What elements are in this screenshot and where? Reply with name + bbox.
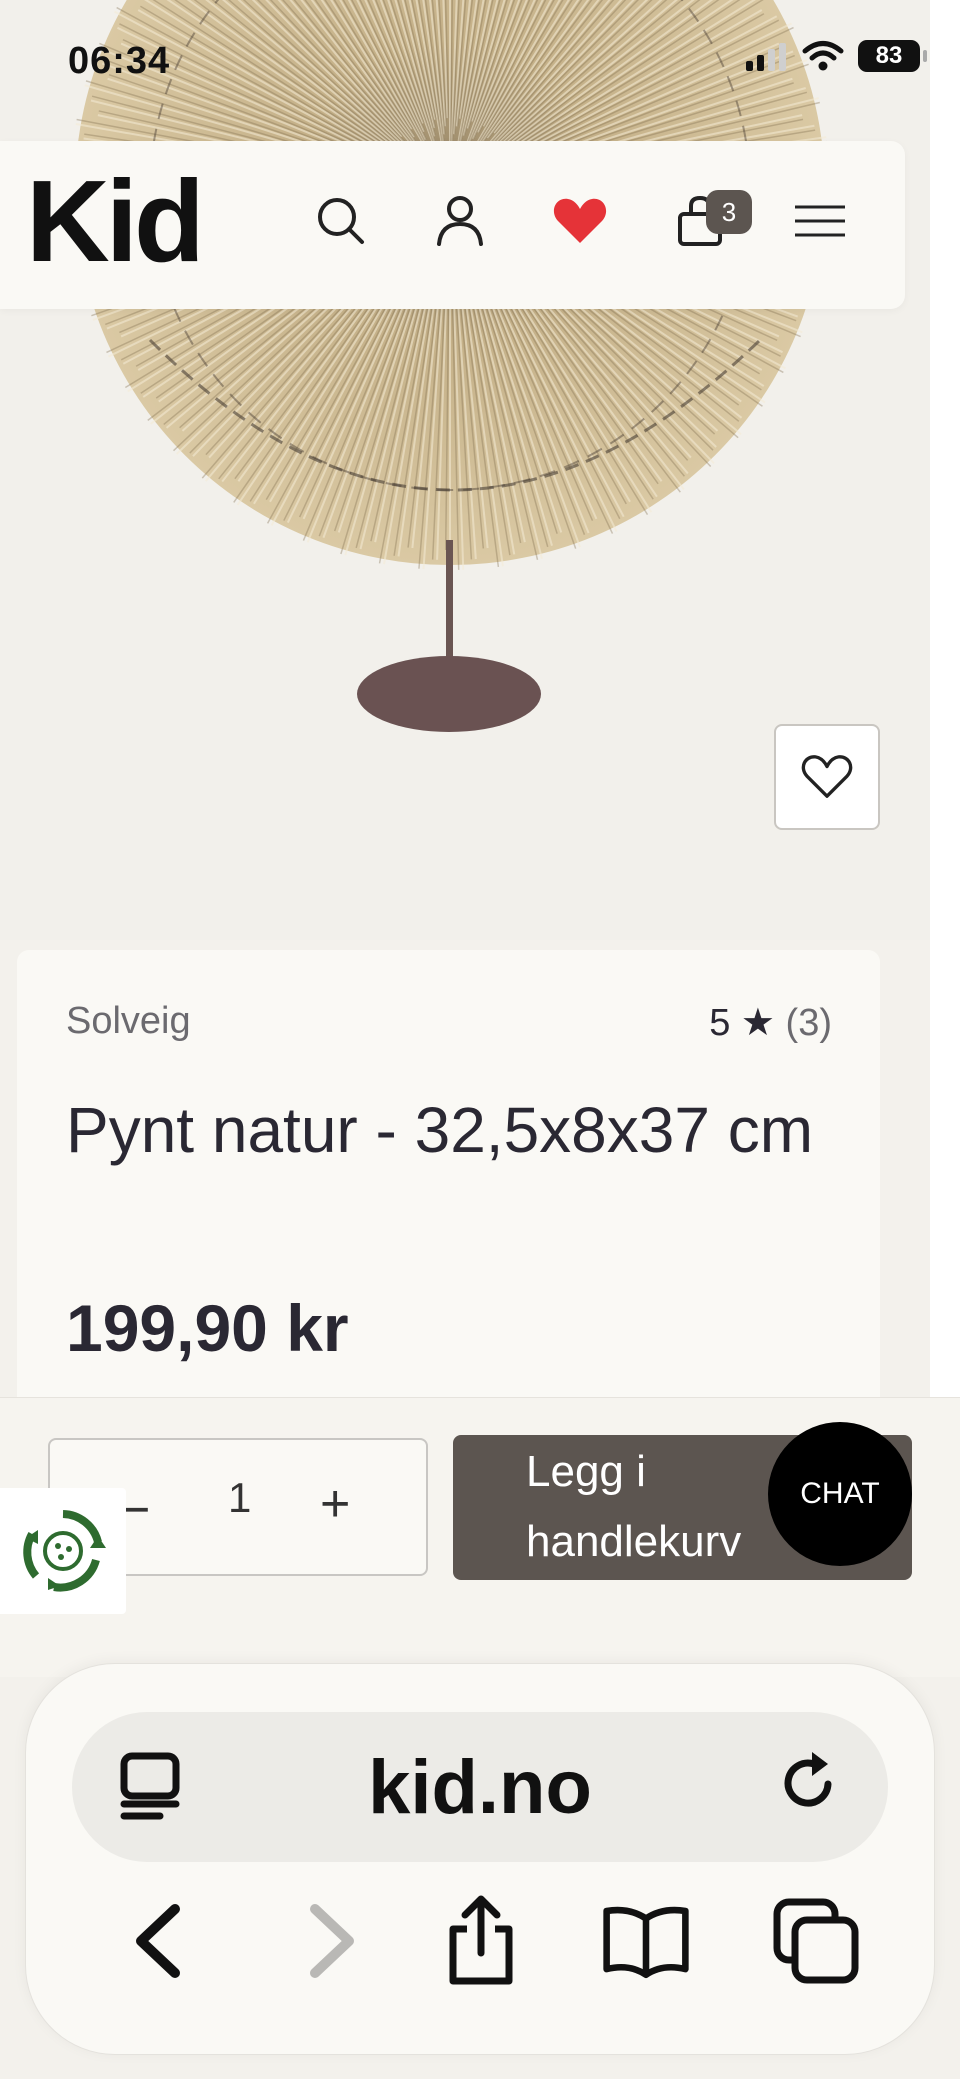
- back-icon[interactable]: [114, 1896, 204, 1986]
- product-brand[interactable]: Solveig: [66, 1000, 191, 1043]
- tabs-icon[interactable]: [771, 1896, 861, 1986]
- site-logo[interactable]: Kid: [26, 163, 205, 279]
- reload-icon[interactable]: [778, 1750, 850, 1822]
- site-header: Kid: [0, 141, 905, 309]
- forward-icon: [286, 1896, 376, 1986]
- status-time: 06:34: [68, 40, 171, 82]
- account-icon[interactable]: [430, 191, 490, 251]
- cart-count-badge: 3: [706, 190, 752, 234]
- bookmarks-icon[interactable]: [601, 1896, 691, 1986]
- heart-outline-icon: [801, 755, 853, 798]
- signal-icon: [744, 41, 788, 71]
- menu-icon[interactable]: [790, 191, 850, 251]
- share-icon[interactable]: [436, 1895, 526, 1986]
- wifi-icon: [802, 40, 844, 72]
- chat-button[interactable]: CHAT: [768, 1422, 912, 1566]
- browser-toolbar: kid.no: [25, 1663, 935, 2055]
- product-title: Pynt natur - 32,5x8x37 cm: [66, 1094, 814, 1166]
- add-to-wishlist-button[interactable]: [774, 724, 880, 830]
- url-text: kid.no: [368, 1745, 592, 1830]
- product-info-card: Solveig 5 ★ (3) Pynt natur - 32,5x8x37 c…: [17, 950, 880, 1410]
- rating-count: (3): [785, 1002, 832, 1044]
- rating-value: 5: [709, 1002, 731, 1044]
- eco-recycle-badge[interactable]: [0, 1488, 126, 1614]
- status-bar: 06:34 83: [0, 0, 960, 120]
- recycle-icon: [23, 1510, 106, 1592]
- scrollbar-track: [930, 0, 960, 1400]
- status-icons: 83: [744, 40, 927, 72]
- quantity-value[interactable]: 1: [228, 1474, 251, 1522]
- wishlist-heart-icon[interactable]: [550, 191, 610, 251]
- star-icon: ★: [740, 1002, 775, 1044]
- search-icon[interactable]: [311, 191, 371, 251]
- quantity-increase-button[interactable]: +: [320, 1474, 350, 1534]
- battery-icon: 83: [858, 40, 927, 72]
- product-rating[interactable]: 5 ★ (3): [709, 1000, 832, 1045]
- address-bar[interactable]: kid.no: [72, 1712, 888, 1862]
- product-price: 199,90 kr: [66, 1291, 349, 1365]
